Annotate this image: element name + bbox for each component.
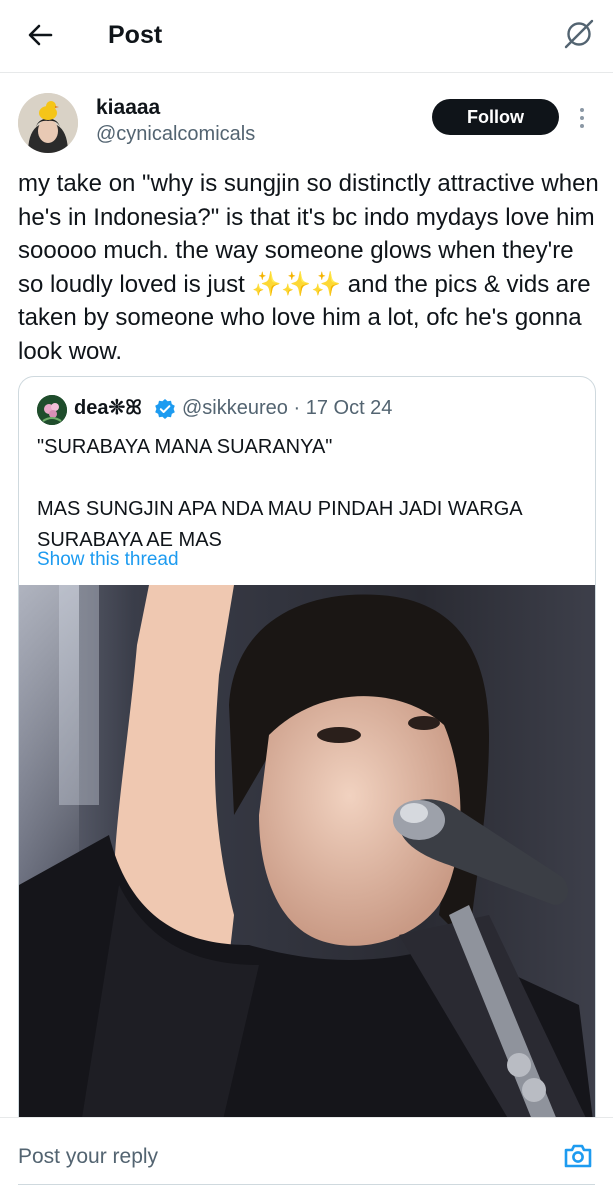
more-dot-icon [580, 124, 584, 128]
quoted-text: "SURABAYA MANA SUARANYA" MAS SUNGJIN APA… [37, 436, 522, 551]
post-header: kiaaaa @cynicalcomicals Follow [0, 88, 613, 158]
user-handle[interactable]: @cynicalcomicals [96, 122, 255, 146]
top-bar: Post [0, 0, 613, 73]
quoted-avatar[interactable] [37, 395, 67, 425]
quoted-media-image[interactable] [19, 585, 595, 1137]
reply-input[interactable]: Post your reply [18, 1144, 158, 1170]
show-thread-link[interactable]: Show this thread [37, 547, 179, 573]
avatar-image [18, 93, 78, 153]
more-options-button[interactable] [572, 104, 592, 132]
quoted-date[interactable]: 17 Oct 24 [306, 397, 393, 419]
grok-button[interactable] [561, 16, 597, 52]
quoted-display-name[interactable]: dea❊ꕤ [74, 395, 142, 421]
more-dot-icon [580, 108, 584, 112]
back-button[interactable] [18, 17, 62, 53]
camera-button[interactable] [560, 1138, 596, 1174]
post-text: my take on "why is sungjin so distinctly… [18, 170, 599, 365]
display-name[interactable]: kiaaaa [96, 96, 160, 120]
follow-button[interactable]: Follow [432, 99, 559, 135]
camera-icon [564, 1144, 592, 1168]
separator-dot: · [293, 397, 301, 419]
quoted-handle-line: @sikkeureo · 17 Oct 24 [182, 395, 392, 421]
quoted-avatar-image [37, 395, 67, 425]
avatar[interactable] [18, 93, 78, 153]
quoted-handle[interactable]: @sikkeureo [182, 397, 288, 419]
verified-badge-icon [155, 399, 175, 419]
quoted-post-card[interactable]: dea❊ꕤ @sikkeureo · 17 Oct 24 "SURABAYA M… [18, 376, 596, 1138]
back-arrow-icon [28, 24, 53, 46]
grok-icon [564, 19, 594, 49]
concert-photo [19, 585, 595, 1137]
reply-bar: Post your reply [0, 1117, 613, 1201]
more-dot-icon [580, 116, 584, 120]
page-title: Post [108, 21, 163, 49]
reply-input-underline [18, 1184, 595, 1185]
